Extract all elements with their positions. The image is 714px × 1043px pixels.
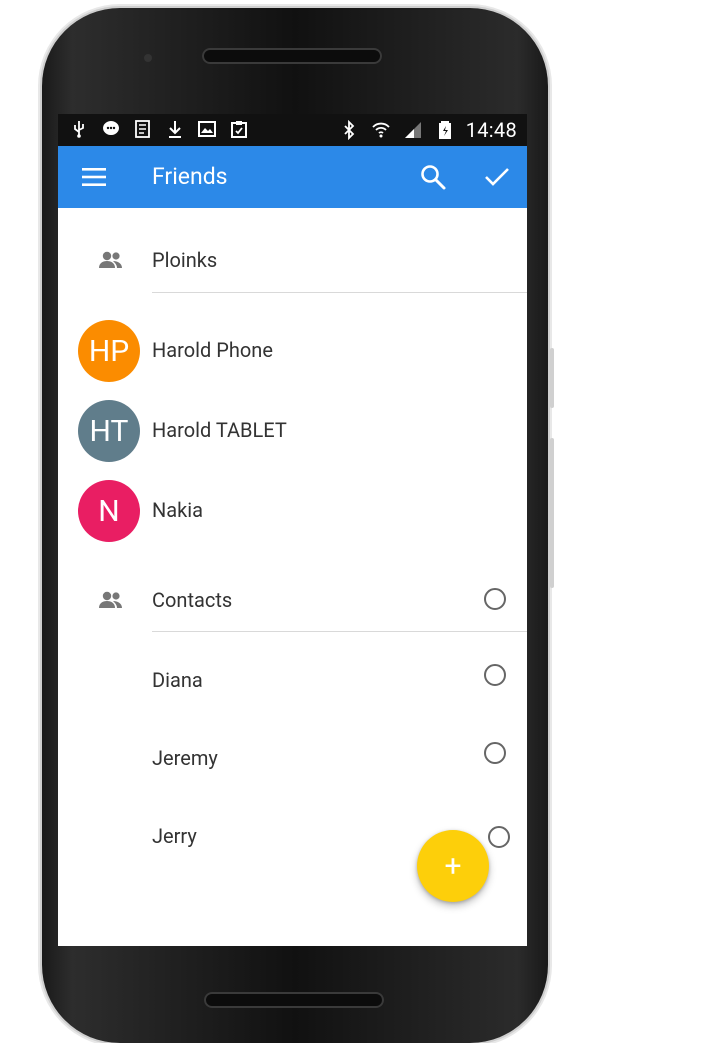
menu-icon[interactable]	[80, 164, 108, 190]
clipboard-icon	[228, 118, 250, 140]
notification-icons	[68, 118, 250, 140]
wifi-icon	[370, 119, 392, 141]
list-item[interactable]: N Nakia	[58, 476, 527, 546]
sim-card-icon	[132, 118, 154, 140]
group-label: Ploinks	[152, 248, 218, 272]
list-item[interactable]: HT Harold TABLET	[58, 396, 527, 466]
group-header-ploinks[interactable]: Ploinks	[58, 230, 527, 290]
volume-button	[550, 348, 554, 408]
battery-icon	[434, 119, 456, 141]
bluetooth-icon	[338, 119, 360, 141]
avatar: HP	[78, 320, 140, 382]
contact-name: Jerry	[152, 824, 197, 848]
list-item[interactable]: Diana	[58, 650, 527, 710]
download-icon	[164, 118, 186, 140]
contact-name: Diana	[152, 668, 203, 692]
people-icon	[98, 248, 124, 272]
status-bar: 14:48	[58, 114, 527, 146]
front-camera	[144, 54, 152, 62]
list-item[interactable]: HP Harold Phone	[58, 316, 527, 386]
clock: 14:48	[465, 118, 517, 142]
group-header-contacts[interactable]: Contacts	[58, 570, 527, 630]
contact-radio[interactable]	[484, 664, 506, 686]
contact-name: Jeremy	[152, 746, 218, 770]
system-icons: 14:48	[338, 118, 517, 142]
avatar: HT	[78, 400, 140, 462]
contact-radio[interactable]	[484, 742, 506, 764]
friend-name: Harold TABLET	[152, 418, 287, 442]
signal-icon	[402, 119, 424, 141]
divider	[152, 631, 527, 632]
group-label: Contacts	[152, 588, 233, 612]
add-button[interactable]: +	[417, 830, 489, 902]
image-icon	[196, 118, 218, 140]
bottom-speaker	[204, 992, 384, 1008]
chat-bubble-icon	[100, 118, 122, 140]
list-item[interactable]: Jeremy	[58, 728, 527, 788]
contact-radio[interactable]	[488, 826, 510, 848]
screen: 14:48 Friends Ploinks HP Harold Phone HT…	[58, 114, 527, 946]
select-all-radio[interactable]	[484, 588, 506, 610]
friend-name: Nakia	[152, 498, 204, 522]
app-bar: Friends	[58, 146, 527, 208]
avatar: N	[78, 480, 140, 542]
people-icon	[98, 588, 124, 612]
top-speaker	[202, 48, 382, 64]
check-icon[interactable]	[482, 162, 512, 192]
divider	[152, 292, 527, 293]
friend-name: Harold Phone	[152, 338, 273, 362]
side-button	[550, 438, 554, 588]
page-title: Friends	[152, 163, 228, 190]
usb-icon	[68, 118, 90, 140]
search-icon[interactable]	[418, 162, 448, 192]
